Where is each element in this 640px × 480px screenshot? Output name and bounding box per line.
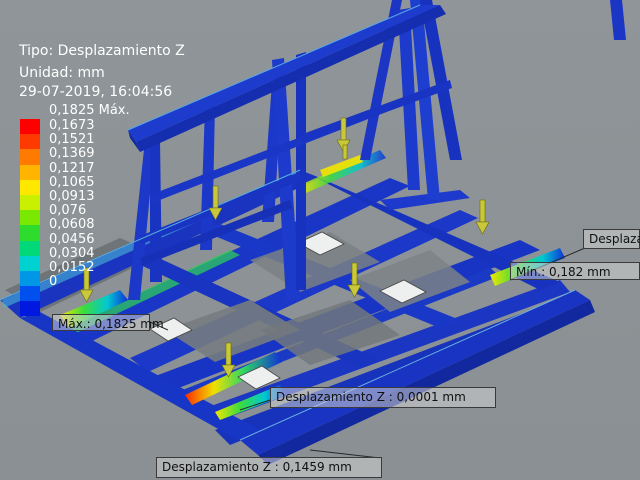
legend-label: 0 [49, 274, 58, 290]
legend-label: 0,076 [49, 203, 87, 219]
displacement-callout-bottom: Desplazamiento Z : 0,1459 mm [156, 457, 382, 478]
legend-swatch [20, 240, 40, 256]
color-legend [20, 119, 40, 317]
legend-swatch [20, 225, 40, 241]
load-arrow [342, 144, 348, 160]
legend-label: 0,0456 [49, 231, 95, 247]
legend-label: 0,1065 [49, 174, 95, 190]
legend-swatch [20, 270, 40, 287]
legend-label: 0,0913 [49, 189, 95, 204]
legend-swatch [20, 164, 40, 180]
legend-swatch [20, 286, 40, 302]
legend-swatch [20, 134, 40, 150]
legend-label: 0,0608 [49, 217, 95, 233]
min-callout: Mín.: 0,182 mm [510, 262, 640, 280]
legend-label: 0,1217 [49, 160, 95, 176]
legend-label: 0,1673 [49, 118, 95, 133]
legend-swatch [20, 149, 40, 165]
max-callout: Máx.: 0,1825 mm [52, 314, 164, 331]
legend-label: 0,1521 [49, 132, 95, 148]
legend-label: 0,1369 [49, 146, 95, 162]
timestamp: 29-07-2019, 16:04:56 [19, 84, 173, 100]
result-type-label: Tipo: Desplazamiento Z [19, 43, 185, 59]
legend-swatch [20, 255, 40, 271]
legend-swatch [20, 301, 40, 317]
legend-label: 0,0304 [49, 245, 95, 261]
unit-label: Unidad: mm [19, 65, 105, 81]
legend-swatch [20, 179, 40, 195]
displacement-callout-right: Desplazam [583, 229, 640, 249]
legend-label: 0,0152 [49, 260, 95, 275]
displacement-callout-center: Desplazamiento Z : 0,0001 mm [270, 387, 496, 408]
legend-swatch [20, 210, 40, 226]
legend-swatch [20, 119, 40, 135]
legend-swatch [20, 194, 40, 211]
legend-max-label: 0,1825 Máx. [49, 103, 130, 118]
